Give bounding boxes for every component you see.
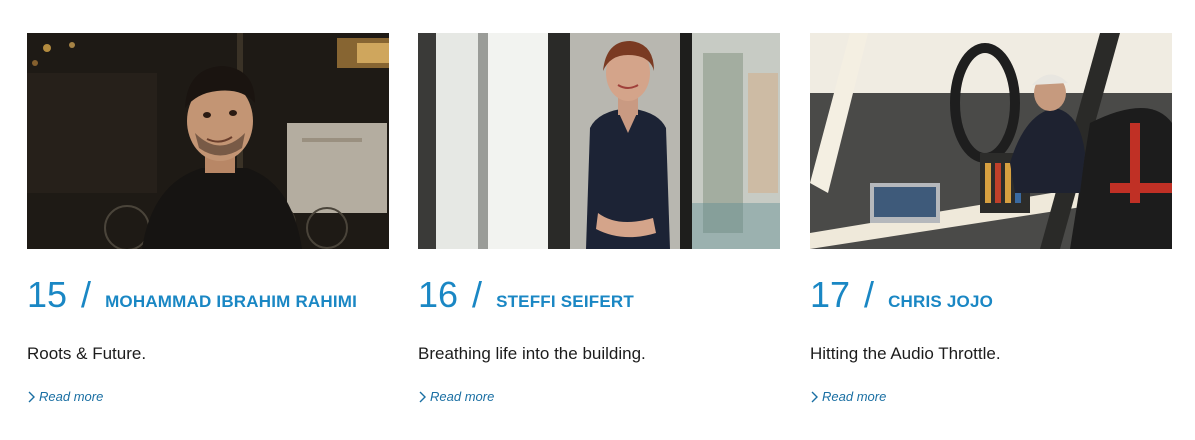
story-heading: 17 / CHRIS JOJO [810, 274, 993, 316]
story-tagline: Roots & Future. [27, 344, 147, 363]
read-more-label: Read more [822, 389, 887, 404]
story-heading: 15 / MOHAMMAD IBRAHIM RAHIMI [27, 274, 357, 316]
read-more-label: Read more [430, 389, 495, 404]
story-name-link[interactable]: MOHAMMAD IBRAHIM RAHIMI [105, 292, 357, 312]
story-number: 16 [418, 274, 459, 315]
heading-separator: / [472, 274, 483, 315]
story-photo-rahimi[interactable] [27, 33, 389, 249]
story-photo-seifert[interactable] [418, 33, 780, 249]
story-tagline: Breathing life into the building. [418, 344, 646, 363]
story-card: 17 / CHRIS JOJO Hitting the Audio Thrott… [810, 33, 1172, 404]
read-more-link[interactable]: Read more [810, 389, 886, 404]
heading-separator: / [81, 274, 92, 315]
read-more-link[interactable]: Read more [418, 389, 494, 404]
story-card: 16 / STEFFI SEIFERT Breathing life into … [418, 33, 780, 404]
read-more-link[interactable]: Read more [27, 389, 103, 404]
stories-grid: 15 / MOHAMMAD IBRAHIM RAHIMI Roots & Fut… [0, 0, 1195, 440]
story-photo-jojo[interactable] [810, 33, 1172, 249]
read-more-label: Read more [39, 389, 104, 404]
chevron-right-icon [811, 391, 818, 402]
story-number: 17 [810, 274, 851, 315]
story-heading: 16 / STEFFI SEIFERT [418, 274, 634, 316]
story-tagline: Hitting the Audio Throttle. [810, 344, 1001, 363]
chevron-right-icon [28, 391, 35, 402]
story-card: 15 / MOHAMMAD IBRAHIM RAHIMI Roots & Fut… [27, 33, 389, 404]
chevron-right-icon [419, 391, 426, 402]
heading-separator: / [864, 274, 875, 315]
story-number: 15 [27, 274, 68, 315]
story-name-link[interactable]: CHRIS JOJO [888, 292, 993, 312]
story-name-link[interactable]: STEFFI SEIFERT [496, 292, 634, 312]
